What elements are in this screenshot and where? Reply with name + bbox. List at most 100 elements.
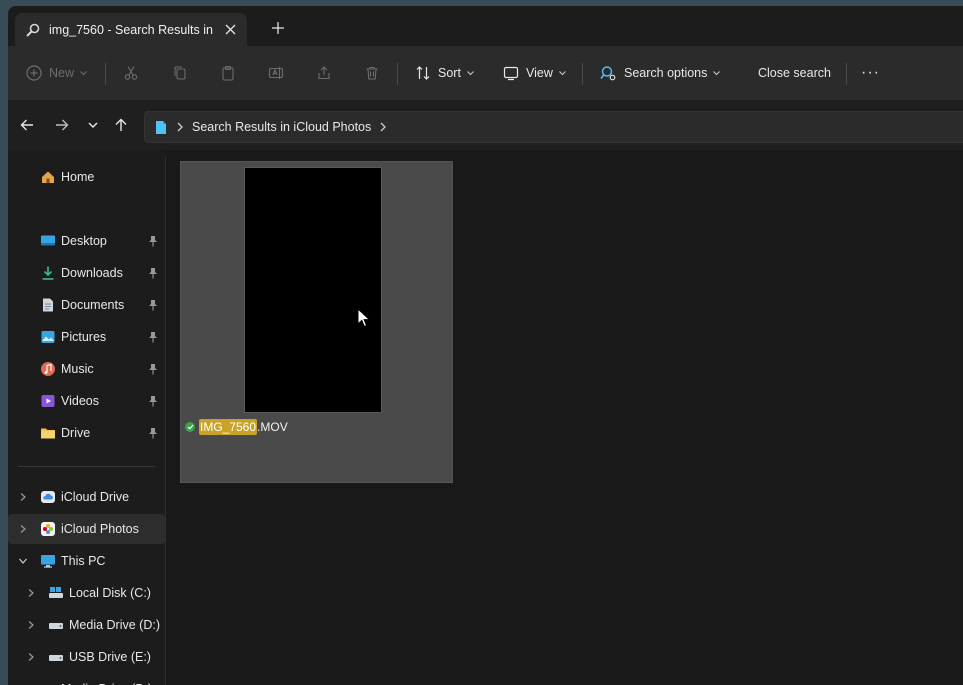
trash-icon	[366, 66, 378, 80]
sidebar-item-drive[interactable]: Media Drive (D:)	[8, 674, 165, 685]
pin-icon[interactable]	[148, 427, 158, 439]
pin-icon[interactable]	[148, 395, 158, 407]
sidebar-item-music[interactable]: Music	[8, 354, 165, 384]
file-explorer-window: img_7560 - Search Results in i New Sort …	[8, 6, 963, 685]
chevron-right-icon[interactable]	[18, 524, 28, 534]
chevron-right-icon	[177, 122, 183, 132]
monitor-icon	[41, 555, 55, 568]
sidebar-item-label: Documents	[61, 298, 125, 312]
pin-icon[interactable]	[148, 235, 158, 247]
sidebar-item-label: Music	[61, 362, 94, 376]
mouse-cursor-icon	[357, 308, 371, 328]
new-tab-button[interactable]	[270, 20, 286, 36]
icloud-photos-location-icon	[156, 121, 166, 134]
sidebar-item-label: Media Drive (D:)	[69, 618, 160, 632]
sidebar-item-label: This PC	[61, 554, 106, 568]
toolbar-divider	[846, 63, 847, 85]
close-tab-icon[interactable]	[223, 23, 237, 37]
downloads-icon	[42, 266, 54, 280]
desktop-icon	[41, 235, 55, 246]
recent-locations-button[interactable]	[84, 116, 102, 134]
sidebar-item-drive[interactable]: USB Drive (E:)	[8, 642, 165, 672]
chevron-right-icon[interactable]	[26, 588, 36, 598]
file-list-area[interactable]: IMG_7560 .MOV	[166, 150, 963, 685]
pin-icon[interactable]	[148, 267, 158, 279]
pin-icon[interactable]	[148, 363, 158, 375]
video-thumbnail	[244, 167, 382, 413]
sort-icon	[416, 66, 430, 80]
more-options-button[interactable]: ···	[861, 59, 880, 87]
file-tile-selected[interactable]: IMG_7560 .MOV	[180, 161, 453, 483]
sidebar-item-label: Pictures	[61, 330, 107, 344]
sidebar-item-label: Home	[61, 170, 95, 184]
sidebar-item-drive[interactable]: Media Drive (D:)	[8, 610, 165, 640]
sync-status-icon	[185, 422, 195, 432]
rename-button[interactable]	[268, 59, 284, 87]
view-icon	[503, 66, 519, 81]
paste-button[interactable]	[220, 59, 236, 87]
music-icon	[41, 362, 55, 376]
new-button[interactable]: New	[26, 59, 87, 87]
plus-circle-icon	[26, 65, 42, 81]
tab-search-results[interactable]: img_7560 - Search Results in i	[15, 13, 247, 46]
title-bar: img_7560 - Search Results in i	[8, 6, 963, 46]
sidebar-item-home[interactable]: Home	[8, 162, 165, 192]
view-label: View	[526, 66, 553, 80]
toolbar-divider	[582, 63, 583, 85]
chevron-down-icon[interactable]	[18, 556, 28, 566]
chevron-right-icon[interactable]	[379, 122, 387, 132]
sidebar-item-drive[interactable]: Drive	[8, 418, 165, 448]
scissors-icon	[124, 66, 138, 80]
sidebar-item-label: USB Drive (E:)	[69, 650, 151, 664]
sidebar-item-videos[interactable]: Videos	[8, 386, 165, 416]
more-icon: ···	[861, 64, 880, 81]
command-bar: New Sort View Search options Close searc…	[8, 46, 963, 101]
search-icon	[26, 23, 40, 37]
forward-button[interactable]	[53, 116, 71, 134]
sidebar-item-this-pc[interactable]: This PC	[8, 546, 165, 576]
pin-icon[interactable]	[148, 331, 158, 343]
sidebar-item-pictures[interactable]: Pictures	[8, 322, 165, 352]
share-button[interactable]	[316, 59, 332, 87]
sidebar-item-label: Downloads	[61, 266, 123, 280]
sort-label: Sort	[438, 66, 461, 80]
share-icon	[318, 66, 330, 80]
sidebar-item-desktop[interactable]: Desktop	[8, 226, 165, 256]
view-button[interactable]: View	[503, 59, 566, 87]
home-icon	[42, 171, 54, 183]
cut-button[interactable]	[123, 59, 139, 87]
sort-button[interactable]: Sort	[415, 59, 474, 87]
breadcrumb-search-results[interactable]: Search Results in iCloud Photos	[192, 120, 371, 134]
clipboard-icon	[222, 65, 234, 81]
arrow-left-icon	[20, 119, 33, 131]
toolbar-divider	[397, 63, 398, 85]
up-button[interactable]	[112, 116, 130, 134]
chevron-right-icon[interactable]	[18, 492, 28, 502]
address-bar[interactable]: Search Results in iCloud Photos	[144, 111, 963, 143]
documents-icon	[43, 298, 53, 312]
sidebar-item-icloud-drive[interactable]: iCloud Drive	[8, 482, 165, 512]
search-options-icon	[600, 65, 616, 80]
search-match-highlight: IMG_7560	[199, 419, 258, 435]
drive-icon	[40, 681, 56, 685]
close-search-button[interactable]: Close search	[758, 59, 831, 87]
delete-button[interactable]	[364, 59, 380, 87]
chevron-right-icon[interactable]	[26, 620, 36, 630]
close-search-label: Close search	[758, 66, 831, 80]
windows-drive-icon	[49, 587, 63, 598]
sidebar-item-downloads[interactable]: Downloads	[8, 258, 165, 288]
sidebar-item-label: iCloud Drive	[61, 490, 130, 504]
sidebar-item-documents[interactable]: Documents	[8, 290, 165, 320]
copy-button[interactable]	[172, 59, 188, 87]
sidebar-item-drive[interactable]: Local Disk (C:)	[8, 578, 165, 608]
sidebar-item-label: Desktop	[61, 234, 107, 248]
folder-icon	[41, 428, 55, 439]
back-button[interactable]	[18, 116, 36, 134]
chevron-right-icon[interactable]	[26, 652, 36, 662]
icloud-drive-icon	[41, 491, 55, 503]
sidebar-item-icloud-photos[interactable]: iCloud Photos	[8, 514, 165, 544]
search-options-label: Search options	[624, 66, 708, 80]
navigation-pane: Home Desktop Downloads Documents Pictures Mu…	[8, 150, 165, 685]
pin-icon[interactable]	[148, 299, 158, 311]
search-options-button[interactable]: Search options	[600, 59, 721, 87]
